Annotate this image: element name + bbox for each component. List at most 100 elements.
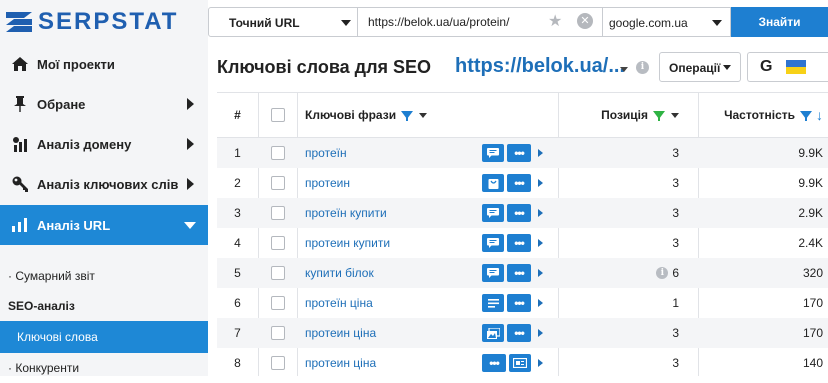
row-checkbox[interactable]	[271, 296, 285, 310]
sort-desc-icon[interactable]: ↓	[816, 107, 823, 123]
sidebar-subitem-summary-report[interactable]: · Сумарний звіт	[0, 261, 208, 291]
chevron-down-icon[interactable]	[419, 112, 428, 118]
row-number: 1	[234, 146, 241, 160]
info-icon[interactable]: i	[636, 61, 649, 74]
page-url-selector[interactable]: https://belok.ua/...	[455, 55, 625, 78]
chevron-right-icon[interactable]	[538, 209, 543, 217]
sidebar-item-domain-analysis[interactable]: Аналіз домену	[0, 124, 208, 164]
row-checkbox[interactable]	[271, 206, 285, 220]
chat-icon[interactable]	[482, 234, 504, 252]
sidebar-subitem-keywords[interactable]: Ключові слова	[0, 321, 208, 353]
chevron-right-icon[interactable]	[538, 239, 543, 247]
table-row[interactable]: 7 протеин ціна ••• 3 170	[217, 318, 828, 348]
table-row[interactable]: 5 купити білок ••• i 6 320	[217, 258, 828, 288]
chevron-down-icon	[712, 20, 722, 26]
row-checkbox[interactable]	[271, 146, 285, 160]
position-value: 6	[672, 266, 679, 280]
chevron-right-icon[interactable]	[538, 359, 543, 367]
keyword-link[interactable]: протеин ціна	[305, 356, 376, 370]
select-all-checkbox[interactable]	[271, 108, 285, 122]
more-options-icon[interactable]: •••	[507, 174, 531, 192]
keyword-link[interactable]: протеин ціна	[305, 326, 376, 340]
more-options-icon[interactable]: •••	[507, 264, 531, 282]
more-options-icon[interactable]: •••	[507, 144, 531, 162]
chevron-right-icon[interactable]	[538, 299, 543, 307]
table-row[interactable]: 6 протеїн ціна ••• 1 170	[217, 288, 828, 318]
image-pack-icon[interactable]	[482, 324, 504, 342]
sidebar-subitem-competitors[interactable]: · Конкуренти	[0, 353, 208, 383]
volume-cell: 170	[802, 296, 823, 310]
chevron-down-icon[interactable]	[620, 67, 628, 72]
table-row[interactable]: 3 протеїн купити ••• 3 2.9K	[217, 198, 828, 228]
column-header-volume[interactable]: Частотність ↓	[699, 93, 828, 137]
more-options-icon[interactable]: •••	[507, 234, 531, 252]
row-checkbox-cell	[259, 258, 297, 288]
row-checkbox-cell	[259, 288, 297, 318]
more-options-icon[interactable]: •••	[507, 324, 531, 342]
logo[interactable]: SERPSTAT	[0, 0, 208, 44]
table-row[interactable]: 1 протеїн ••• 3 9.9K	[217, 138, 828, 168]
sidebar-item-label: Обране	[37, 96, 86, 112]
chevron-down-icon[interactable]	[671, 112, 679, 118]
position-value: 3	[672, 176, 679, 190]
keyword-link[interactable]: протеин купити	[305, 236, 390, 250]
column-header-number: #	[234, 108, 241, 122]
search-button[interactable]: Знайти	[731, 7, 828, 37]
chevron-right-icon[interactable]	[538, 269, 543, 277]
more-options-icon[interactable]: •••	[482, 354, 506, 372]
table-row[interactable]: 4 протеин купити ••• 3 2.4K	[217, 228, 828, 258]
sidebar-item-my-projects[interactable]: Мої проекти	[0, 44, 208, 84]
keyword-link[interactable]: протеин	[305, 176, 350, 190]
keyword-link[interactable]: протеїн	[305, 146, 347, 160]
keyword-link[interactable]: протеїн купити	[305, 206, 387, 220]
sidebar-item-favorites[interactable]: Обране	[0, 84, 208, 124]
chevron-down-icon	[723, 65, 731, 70]
keyword-link[interactable]: протеїн ціна	[305, 296, 373, 310]
chevron-right-icon[interactable]	[538, 329, 543, 337]
table-row[interactable]: 2 протеин ••• 3 9.9K	[217, 168, 828, 198]
chat-icon[interactable]	[482, 144, 504, 162]
info-icon[interactable]: i	[656, 267, 669, 279]
row-number: 8	[234, 356, 241, 370]
chat-icon[interactable]	[482, 204, 504, 222]
sidebar: SERPSTAT Мої проекти Обране Аналіз домен…	[0, 0, 208, 376]
shopping-bag-icon[interactable]	[482, 174, 504, 192]
card-icon[interactable]	[509, 354, 531, 372]
sidebar-item-label: Мої проекти	[37, 56, 115, 72]
row-checkbox[interactable]	[271, 326, 285, 340]
row-checkbox[interactable]	[271, 266, 285, 280]
chevron-right-icon[interactable]	[538, 149, 543, 157]
more-options-icon[interactable]: •••	[507, 294, 531, 312]
chevron-right-icon	[187, 98, 194, 110]
clear-icon[interactable]: ✕	[577, 13, 593, 29]
keyword-link[interactable]: купити білок	[305, 266, 374, 280]
row-actions: •••	[482, 354, 543, 372]
row-checkbox[interactable]	[271, 176, 285, 190]
position-cell: i 6	[559, 258, 689, 288]
row-checkbox[interactable]	[271, 356, 285, 370]
url-input[interactable]	[358, 7, 603, 37]
sidebar-item-keyword-analysis[interactable]: Аналіз ключових слів	[0, 164, 208, 204]
filter-icon[interactable]	[401, 111, 414, 121]
column-header-position[interactable]: Позиція	[559, 93, 689, 137]
table-row[interactable]: 8 протеин ціна ••• 3 140	[217, 348, 828, 378]
star-icon[interactable]: ★	[548, 12, 562, 32]
row-number: 2	[234, 176, 241, 190]
chat-icon[interactable]	[482, 264, 504, 282]
column-header-keyword[interactable]: Ключові фрази	[305, 93, 555, 137]
search-type-select[interactable]: Точний URL	[208, 7, 358, 37]
operations-button[interactable]: Операції	[659, 52, 741, 82]
sidebar-item-url-analysis[interactable]: Аналіз URL	[0, 205, 208, 245]
database-select[interactable]: google.com.ua	[603, 7, 731, 37]
row-checkbox[interactable]	[271, 236, 285, 250]
search-engine-selector[interactable]: G	[747, 52, 828, 82]
chevron-right-icon[interactable]	[538, 179, 543, 187]
list-icon[interactable]	[482, 294, 504, 312]
filter-icon[interactable]	[800, 111, 812, 121]
bar-chart-icon	[11, 218, 29, 232]
more-options-icon[interactable]: •••	[507, 204, 531, 222]
position-cell: 3	[559, 168, 689, 198]
filter-active-icon[interactable]	[653, 111, 665, 121]
row-actions: •••	[482, 174, 543, 192]
position-cell: 3	[559, 228, 689, 258]
